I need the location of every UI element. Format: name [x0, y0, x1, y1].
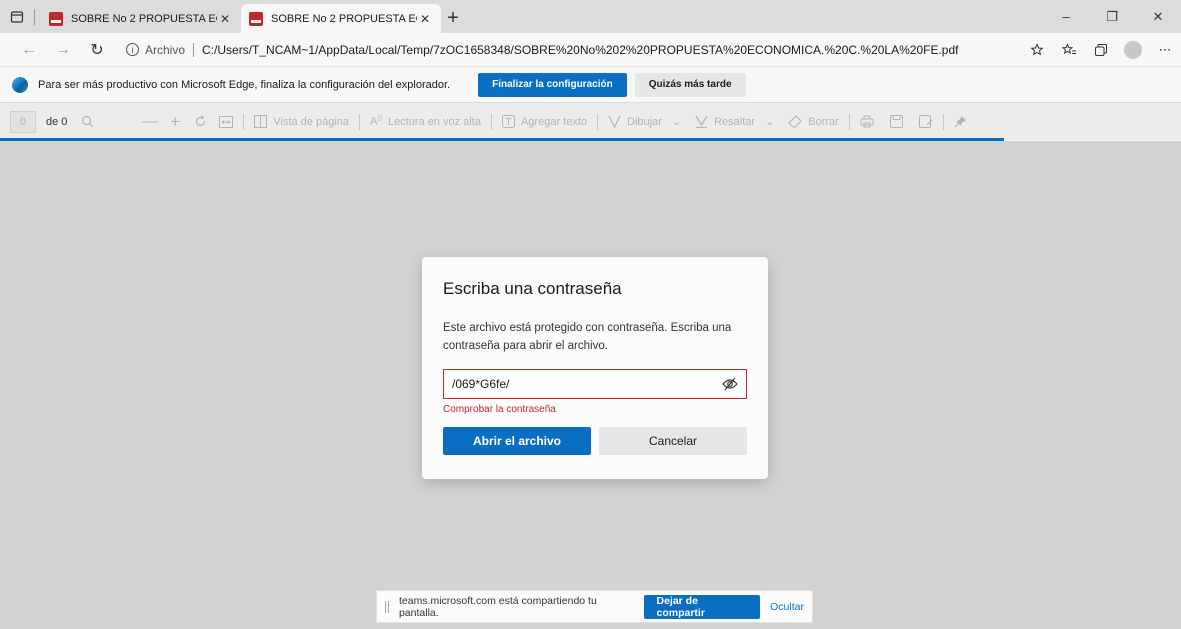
- chevron-down-icon: ⌄: [671, 116, 682, 128]
- finish-setup-button[interactable]: Finalizar la configuración: [478, 72, 627, 97]
- setup-infobar: Para ser más productivo con Microsoft Ed…: [0, 66, 1181, 102]
- save-as-icon[interactable]: [918, 115, 933, 128]
- eraser-icon: [788, 115, 803, 128]
- draw-button[interactable]: Dibujar ⌄: [608, 115, 681, 128]
- password-error: Comprobar la contraseña: [443, 404, 556, 415]
- window-controls: – ❐ ✕: [1043, 0, 1181, 33]
- address-url: C:/Users/T_NCAM~1/AppData/Local/Temp/7zO…: [202, 42, 959, 57]
- restore-button[interactable]: ❐: [1089, 0, 1135, 33]
- draw-label: Dibujar: [627, 115, 662, 128]
- tab-pdf-2[interactable]: SOBRE No 2 PROPUESTA ECONÓ ✕: [241, 4, 441, 33]
- toolbar-divider: [942, 113, 944, 130]
- close-window-button[interactable]: ✕: [1135, 0, 1181, 33]
- toolbar-divider: [597, 113, 599, 130]
- forward-button[interactable]: →: [46, 36, 80, 64]
- info-icon: i: [126, 43, 139, 56]
- read-aloud-label: Lectura en voz alta: [388, 115, 481, 128]
- screen-share-bar: teams.microsoft.com está compartiendo tu…: [376, 590, 813, 623]
- password-input[interactable]: [452, 377, 722, 391]
- toolbar-divider: [243, 113, 245, 130]
- hide-link[interactable]: Ocultar: [770, 601, 804, 613]
- new-tab-button[interactable]: +: [441, 4, 465, 33]
- collections-icon: [1095, 43, 1107, 56]
- dialog-description: Este archivo está protegido con contrase…: [443, 322, 732, 352]
- rotate-icon[interactable]: [194, 115, 207, 128]
- browser-actions: ⋯: [1021, 36, 1181, 64]
- pin-toolbar-icon[interactable]: [954, 115, 967, 128]
- draw-icon: [608, 115, 621, 128]
- add-text-label: Agregar texto: [520, 115, 588, 128]
- more-menu-button[interactable]: ⋯: [1149, 36, 1181, 64]
- zoom-in-icon[interactable]: +: [170, 112, 180, 132]
- tab-pdf-1[interactable]: SOBRE No 2 PROPUESTA ECONÓ ✕: [41, 4, 241, 33]
- read-aloud-icon: A)): [370, 115, 383, 128]
- forward-arrow-icon: →: [55, 40, 71, 58]
- print-icon[interactable]: [860, 115, 874, 128]
- highlight-button[interactable]: Resaltar ⌄: [695, 115, 774, 128]
- page-view-label: Vista de página: [273, 115, 349, 128]
- erase-button[interactable]: Borrar: [788, 115, 839, 128]
- minimize-button[interactable]: –: [1043, 0, 1089, 33]
- highlight-icon: [695, 115, 708, 128]
- tab-close-icon[interactable]: ✕: [417, 12, 433, 26]
- profile-button[interactable]: [1117, 36, 1149, 64]
- pdf-toolbar: 0 de 0 — + Vista de página A)) Lectura e…: [0, 102, 1181, 140]
- chevron-down-icon: ⌄: [765, 116, 775, 128]
- tab-title: SOBRE No 2 PROPUESTA ECONÓ: [271, 12, 417, 25]
- page-count: de 0: [46, 115, 68, 128]
- toolbar-divider: [848, 113, 850, 130]
- tab-actions-icon: [10, 10, 24, 23]
- page-view-button[interactable]: Vista de página: [254, 115, 349, 128]
- erase-label: Borrar: [808, 115, 839, 128]
- add-text-button[interactable]: Agregar texto: [501, 115, 588, 128]
- address-scheme: Archivo: [145, 42, 186, 57]
- tab-close-icon[interactable]: ✕: [217, 12, 233, 26]
- refresh-icon: ↻: [90, 41, 104, 59]
- back-arrow-icon: ←: [21, 40, 37, 58]
- page-view-icon: [254, 115, 268, 128]
- infobar-message: Para ser más productivo con Microsoft Ed…: [38, 78, 451, 91]
- favorites-icon: [1061, 42, 1076, 54]
- add-favorite-button[interactable]: [1021, 36, 1053, 64]
- pdf-icon: [249, 11, 263, 26]
- dialog-title: Escriba una contraseña: [443, 279, 622, 298]
- read-aloud-button[interactable]: A)) Lectura en voz alta: [370, 115, 481, 128]
- maybe-later-button[interactable]: Quizás más tarde: [634, 72, 746, 97]
- address-bar[interactable]: i Archivo C:/Users/T_NCAM~1/AppData/Loca…: [126, 37, 996, 63]
- password-field[interactable]: [443, 369, 747, 399]
- more-icon: ⋯: [1158, 41, 1172, 57]
- page-number-input[interactable]: 0: [10, 110, 36, 133]
- stop-sharing-button[interactable]: Dejar de compartir: [644, 594, 761, 619]
- save-icon[interactable]: [889, 115, 903, 128]
- star-add-icon: [1030, 42, 1044, 55]
- tab-actions-button[interactable]: [0, 0, 34, 33]
- zoom-out-icon[interactable]: —: [142, 113, 158, 131]
- toolbar-divider: [359, 113, 360, 130]
- highlight-label: Resaltar: [714, 115, 756, 128]
- avatar: [1124, 40, 1142, 59]
- cancel-button[interactable]: Cancelar: [599, 427, 747, 455]
- fit-page-icon[interactable]: [219, 115, 234, 128]
- drag-handle-icon[interactable]: [385, 600, 389, 613]
- collections-button[interactable]: [1085, 36, 1117, 64]
- toolbar-divider: [490, 113, 492, 130]
- back-button[interactable]: ←: [12, 36, 46, 64]
- refresh-button[interactable]: ↻: [80, 36, 114, 64]
- search-icon[interactable]: [81, 115, 94, 128]
- dialog-buttons: Abrir el archivo Cancelar: [443, 427, 747, 455]
- pdf-icon: [49, 11, 63, 26]
- navigation-bar: ← → ↻ i Archivo C:/Users/T_NCAM~1/AppDat…: [0, 33, 1181, 66]
- add-text-icon: [501, 115, 515, 128]
- share-message: teams.microsoft.com está compartiendo tu…: [398, 594, 597, 619]
- address-divider: [193, 42, 195, 57]
- tab-title: SOBRE No 2 PROPUESTA ECONÓ: [71, 12, 217, 25]
- open-file-button[interactable]: Abrir el archivo: [443, 427, 591, 455]
- tab-separator: [34, 8, 35, 25]
- edge-logo-icon: [12, 76, 28, 93]
- password-dialog: Escriba una contraseña Este archivo está…: [422, 257, 768, 479]
- tab-strip: SOBRE No 2 PROPUESTA ECONÓ ✕ SOBRE No 2 …: [0, 0, 1181, 33]
- favorites-button[interactable]: [1053, 36, 1085, 64]
- hide-password-icon[interactable]: [722, 377, 738, 391]
